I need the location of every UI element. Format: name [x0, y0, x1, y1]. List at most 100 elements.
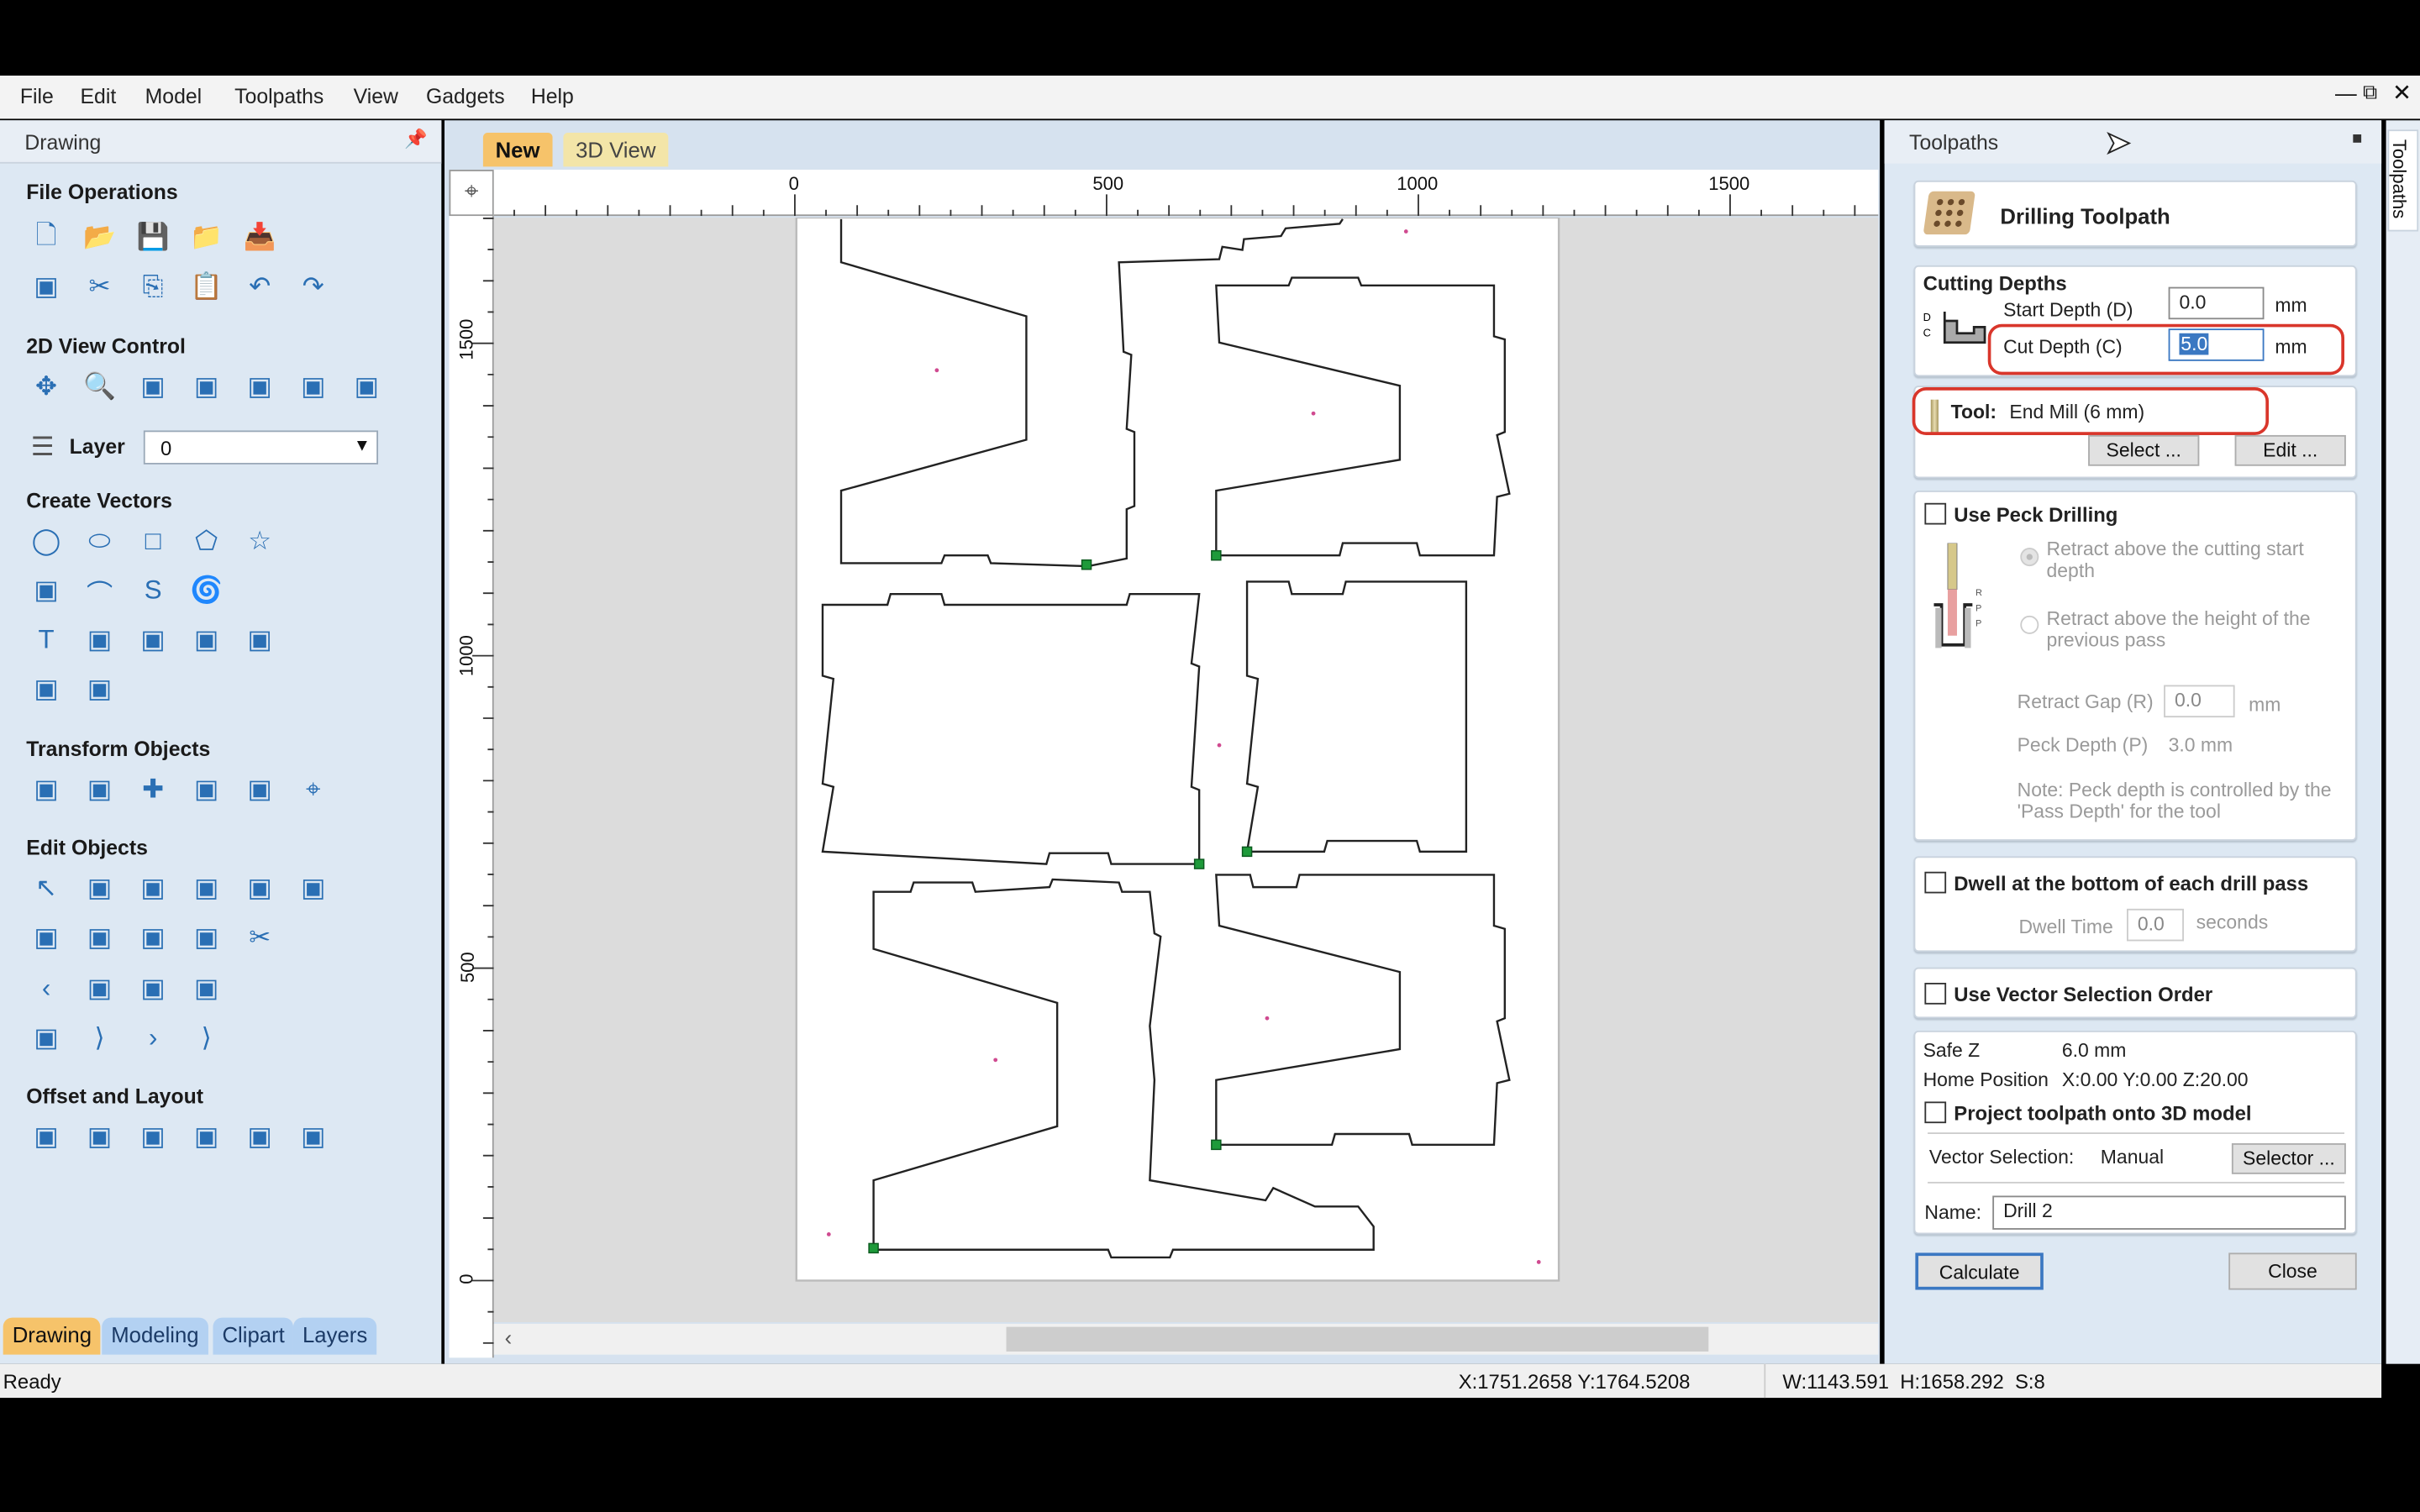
layer-dropdown[interactable]: 0 ▼ — [143, 430, 379, 465]
zoom-extents-icon[interactable]: ▣ — [136, 370, 170, 404]
fit-curve-icon[interactable]: ▣ — [29, 1021, 63, 1055]
transform-icon[interactable]: ▣ — [136, 872, 170, 906]
polyline-icon[interactable]: ▣ — [29, 574, 63, 607]
save-file-icon[interactable]: 💾 — [136, 221, 170, 255]
select-all-icon[interactable]: ▣ — [29, 270, 63, 303]
polygon-icon[interactable]: ⬠ — [190, 524, 224, 558]
undo-icon[interactable]: ↶ — [243, 270, 276, 303]
menu-edit[interactable]: Edit — [81, 85, 117, 108]
ruler-origin-icon[interactable]: ⌖ — [449, 170, 494, 217]
edit-tool-button[interactable]: Edit ... — [2234, 434, 2346, 466]
menu-model[interactable]: Model — [145, 85, 203, 108]
scale-icon[interactable]: ▣ — [82, 773, 116, 806]
text-icon[interactable]: T — [29, 623, 63, 657]
select-tool-button[interactable]: Select ... — [2088, 434, 2200, 466]
import-icon[interactable]: 📥 — [243, 221, 276, 255]
open-folder-icon[interactable]: 📁 — [190, 221, 224, 255]
drawing-canvas[interactable] — [494, 217, 1879, 1322]
open-file-icon[interactable]: 📂 — [82, 221, 116, 255]
dimension-icon[interactable]: ▣ — [29, 673, 63, 706]
view-2d-icon[interactable]: ▣ — [243, 370, 276, 404]
tab-modeling[interactable]: Modeling — [102, 1317, 208, 1355]
menu-gadgets[interactable]: Gadgets — [426, 85, 505, 108]
rectangle-icon[interactable]: □ — [136, 524, 170, 558]
peck-drilling-checkbox[interactable] — [1924, 502, 1947, 525]
center-icon[interactable]: ⌖ — [297, 773, 330, 806]
selector-button[interactable]: Selector ... — [2231, 1143, 2346, 1174]
move-icon[interactable]: ▣ — [29, 773, 63, 806]
extend-icon[interactable]: ⟩ — [82, 1021, 116, 1055]
group-icon[interactable]: ▣ — [190, 872, 224, 906]
minimize-icon[interactable]: — — [2335, 81, 2357, 105]
spiral-icon[interactable]: 🌀 — [190, 574, 224, 607]
dwell-time-input[interactable]: 0.0 — [2127, 908, 2184, 942]
node-edit-icon[interactable]: ▣ — [82, 872, 116, 906]
dwell-checkbox[interactable] — [1924, 871, 1947, 894]
side-tab-toolpaths[interactable]: Toolpaths — [2387, 129, 2419, 232]
grid-array-icon[interactable]: ▣ — [243, 1120, 276, 1153]
weld-icon[interactable]: ▣ — [29, 921, 63, 955]
pan-icon[interactable]: ✥ — [29, 370, 63, 404]
close-vector-icon[interactable]: ▣ — [190, 972, 224, 1005]
menu-view[interactable]: View — [354, 85, 398, 108]
vector-order-checkbox[interactable] — [1924, 983, 1947, 1005]
start-depth-input[interactable]: 0.0 — [2168, 286, 2265, 320]
measure-icon[interactable]: ▣ — [82, 673, 116, 706]
circle-icon[interactable]: ◯ — [29, 524, 63, 558]
text-on-curve-icon[interactable]: ▣ — [82, 623, 116, 657]
new-file-icon[interactable]: 🗋 — [29, 220, 63, 255]
rotate-copy-icon[interactable]: ▣ — [297, 1120, 330, 1153]
corner-icon[interactable]: ▣ — [82, 972, 116, 1005]
menu-help[interactable]: Help — [531, 85, 574, 108]
zoom-box-icon[interactable]: ▣ — [190, 370, 224, 404]
smooth-icon[interactable]: ▣ — [136, 972, 170, 1005]
chevron-icon[interactable]: › — [136, 1021, 170, 1055]
copy-icon[interactable]: ⎘ — [136, 270, 170, 303]
tab-clipart[interactable]: Clipart — [213, 1317, 294, 1355]
menu-file[interactable]: File — [20, 85, 54, 108]
toolpath-name-input[interactable]: Drill 2 — [1992, 1195, 2346, 1230]
mirror-icon[interactable]: ▣ — [190, 773, 224, 806]
text-fit-icon[interactable]: ▣ — [190, 623, 224, 657]
radio-retract-previous[interactable] — [2020, 615, 2039, 634]
radio-retract-start[interactable] — [2020, 548, 2039, 567]
arc-icon[interactable]: ⌒ — [82, 574, 116, 609]
star-icon[interactable]: ☆ — [243, 524, 276, 558]
trim-icon[interactable]: ▣ — [297, 872, 330, 906]
subtract-icon[interactable]: ▣ — [82, 921, 116, 955]
calculate-button[interactable]: Calculate — [1915, 1252, 2044, 1290]
join-icon[interactable]: ‹ — [29, 972, 63, 1005]
paste-icon[interactable]: 📋 — [190, 270, 224, 303]
array-icon[interactable]: ▣ — [136, 1120, 170, 1153]
text-arc-icon[interactable]: ▣ — [243, 623, 276, 657]
copy-along-icon[interactable]: ▣ — [190, 1120, 224, 1153]
menu-toolpaths[interactable]: Toolpaths — [234, 85, 324, 108]
text-auto-layout-icon[interactable]: ▣ — [136, 623, 170, 657]
project-3d-checkbox[interactable] — [1924, 1101, 1947, 1124]
break-icon[interactable]: ⟩ — [190, 1021, 224, 1055]
tab-3d-view[interactable]: 3D View — [563, 132, 669, 167]
retract-gap-input[interactable]: 0.0 — [2164, 685, 2235, 718]
scroll-left-icon[interactable]: ‹ — [505, 1326, 513, 1350]
ungroup-icon[interactable]: ▣ — [243, 872, 276, 906]
close-icon[interactable]: ✕ — [2392, 79, 2412, 107]
offset-icon[interactable]: ▣ — [29, 1120, 63, 1153]
redo-icon[interactable]: ↷ — [297, 270, 330, 303]
pin-icon[interactable]: 📌 — [404, 128, 427, 150]
tab-new[interactable]: New — [482, 132, 553, 167]
nest-icon[interactable]: ▣ — [82, 1120, 116, 1153]
horizontal-scrollbar[interactable]: ‹ — [493, 1323, 1879, 1355]
view-3d-icon[interactable]: ▣ — [350, 370, 383, 404]
scissors-icon[interactable]: ✂ — [243, 921, 276, 955]
cut-icon[interactable]: ✂ — [82, 270, 116, 303]
select-icon[interactable]: ↖ — [29, 872, 63, 906]
2d-view[interactable] — [493, 217, 1879, 1323]
intersect-icon[interactable]: ▣ — [136, 921, 170, 955]
distort-icon[interactable]: ▣ — [243, 773, 276, 806]
tab-drawing[interactable]: Drawing — [3, 1317, 102, 1355]
fillet-icon[interactable]: ▣ — [190, 921, 224, 955]
tab-layers[interactable]: Layers — [292, 1317, 377, 1355]
curve-icon[interactable]: S — [136, 574, 170, 607]
align-icon[interactable]: ✚ — [136, 773, 170, 806]
scrollbar-thumb[interactable] — [1006, 1326, 1709, 1352]
